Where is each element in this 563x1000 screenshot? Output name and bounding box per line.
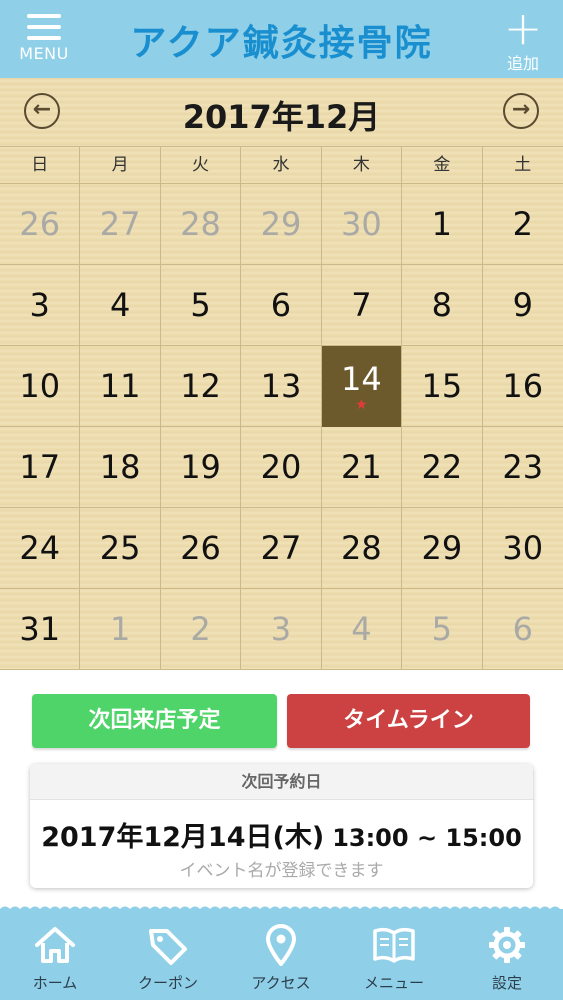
calendar-week: 17 18 19 20 21 22 23 [0, 427, 563, 508]
weekday-sat: 土 [514, 155, 532, 175]
day-cell[interactable]: 27 [80, 184, 161, 265]
gear-icon [452, 922, 562, 968]
day-cell[interactable]: 25 [80, 508, 161, 589]
tab-settings-label: 設定 [491, 974, 522, 992]
day-cell[interactable]: 20 [241, 427, 322, 508]
tab-access[interactable]: アクセス [226, 922, 336, 993]
day-cell[interactable]: 26 [161, 508, 242, 589]
day-cell[interactable]: 17 [0, 427, 81, 508]
map-pin-icon [226, 922, 336, 968]
day-cell[interactable]: 22 [402, 427, 483, 508]
calendar-week: 24 25 26 27 28 29 30 [0, 508, 563, 589]
day-cell[interactable]: 3 [241, 589, 322, 670]
day-cell[interactable]: 29 [402, 508, 483, 589]
day-cell[interactable]: 29 [241, 184, 322, 265]
tab-coupon[interactable]: クーポン [113, 922, 223, 993]
tab-access-label: アクセス [251, 974, 311, 992]
day-cell[interactable]: 13 [241, 346, 322, 427]
day-cell[interactable]: 18 [80, 427, 161, 508]
today-cell[interactable]: 14 ★ [321, 346, 403, 427]
next-month-arrow-icon[interactable]: → [503, 93, 539, 129]
appointment-time: 13:00 ~ 15:00 [332, 824, 522, 852]
scallop-border [0, 906, 563, 914]
day-cell[interactable]: 6 [483, 589, 563, 670]
calendar-week: 26 27 28 29 30 1 2 [0, 184, 563, 265]
timeline-button[interactable]: タイムライン [287, 694, 530, 748]
weekday-sun: 日 [0, 147, 81, 184]
home-icon [0, 922, 110, 968]
day-cell[interactable]: 16 [483, 346, 563, 427]
appointment-date: 2017年12月14日(木) [41, 822, 325, 853]
day-cell[interactable]: 28 [161, 184, 242, 265]
day-cell[interactable]: 24 [0, 508, 81, 589]
day-cell[interactable]: 28 [322, 508, 403, 589]
month-bar: ← 2017年12月 → [0, 78, 563, 146]
month-title: 2017年12月 [182, 98, 381, 136]
day-cell[interactable]: 5 [402, 589, 483, 670]
add-button[interactable]: + 追加 [495, 1, 551, 73]
plus-icon: + [503, 1, 543, 55]
day-cell[interactable]: 23 [483, 427, 563, 508]
star-icon: ★ [355, 397, 368, 413]
day-cell[interactable]: 15 [402, 346, 483, 427]
day-cell[interactable]: 3 [0, 265, 81, 346]
day-cell[interactable]: 7 [322, 265, 403, 346]
day-cell[interactable]: 19 [161, 427, 242, 508]
app-header: MENU アクア鍼灸接骨院 + 追加 [0, 0, 563, 78]
day-cell[interactable]: 31 [0, 589, 81, 670]
book-icon [339, 922, 449, 968]
day-cell[interactable]: 1 [80, 589, 161, 670]
day-cell[interactable]: 27 [241, 508, 322, 589]
weekday-fri: 金 [402, 147, 483, 184]
tag-icon [113, 922, 223, 968]
day-cell[interactable]: 2 [483, 184, 563, 265]
day-cell[interactable]: 10 [0, 346, 81, 427]
day-cell[interactable]: 21 [322, 427, 403, 508]
day-cell[interactable]: 2 [161, 589, 242, 670]
menu-button[interactable]: MENU [14, 10, 74, 70]
day-cell[interactable]: 11 [80, 346, 161, 427]
hamburger-icon [27, 10, 61, 40]
tab-home[interactable]: ホーム [0, 922, 110, 993]
calendar-week: 31 1 2 3 4 5 6 [0, 589, 563, 670]
day-cell[interactable]: 6 [241, 265, 322, 346]
tab-menu[interactable]: メニュー [339, 922, 449, 993]
day-cell[interactable]: 9 [483, 265, 563, 346]
menu-label: MENU [19, 44, 69, 63]
appointment-card[interactable]: 次回予約日 2017年12月14日(木) 13:00 ~ 15:00 イベント名が… [30, 764, 533, 888]
appointment-heading: 次回予約日 [30, 764, 533, 800]
bottom-tab-bar: ホーム クーポン アクセス メニュー 設定 [0, 906, 563, 1000]
day-cell[interactable]: 1 [402, 184, 483, 265]
tab-home-label: ホーム [32, 974, 78, 992]
tab-coupon-label: クーポン [137, 974, 198, 992]
day-cell[interactable]: 30 [483, 508, 563, 589]
day-cell[interactable]: 30 [322, 184, 403, 265]
appointment-datetime: 2017年12月14日(木) 13:00 ~ 15:00 [30, 815, 533, 854]
tab-menu-label: メニュー [363, 974, 424, 992]
next-visit-button[interactable]: 次回来店予定 [32, 694, 277, 748]
tab-settings[interactable]: 設定 [452, 922, 562, 993]
day-cell[interactable]: 4 [80, 265, 161, 346]
day-cell[interactable]: 26 [0, 184, 81, 265]
day-cell[interactable]: 12 [161, 346, 242, 427]
day-cell[interactable]: 4 [322, 589, 403, 670]
weekday-thu: 木 [322, 147, 403, 184]
weekday-tue: 火 [161, 147, 242, 184]
calendar-week: 3 4 5 6 7 8 9 [0, 265, 563, 346]
day-cell[interactable]: 5 [161, 265, 242, 346]
calendar: ← 2017年12月 → 日 月 火 水 木 金 土 26 27 28 29 3… [0, 78, 563, 670]
weekday-mon: 月 [80, 147, 161, 184]
calendar-week: 10 11 12 13 14 ★ 15 16 [0, 346, 563, 427]
app-title: アクア鍼灸接骨院 [130, 23, 433, 64]
weekday-header-row: 日 月 火 水 木 金 土 [0, 147, 563, 184]
calendar-grid: 日 月 火 水 木 金 土 26 27 28 29 30 1 2 3 4 5 6… [0, 146, 563, 670]
day-cell[interactable]: 8 [402, 265, 483, 346]
weekday-wed: 水 [241, 147, 322, 184]
event-name-placeholder: イベント名が登録できます [179, 861, 384, 881]
